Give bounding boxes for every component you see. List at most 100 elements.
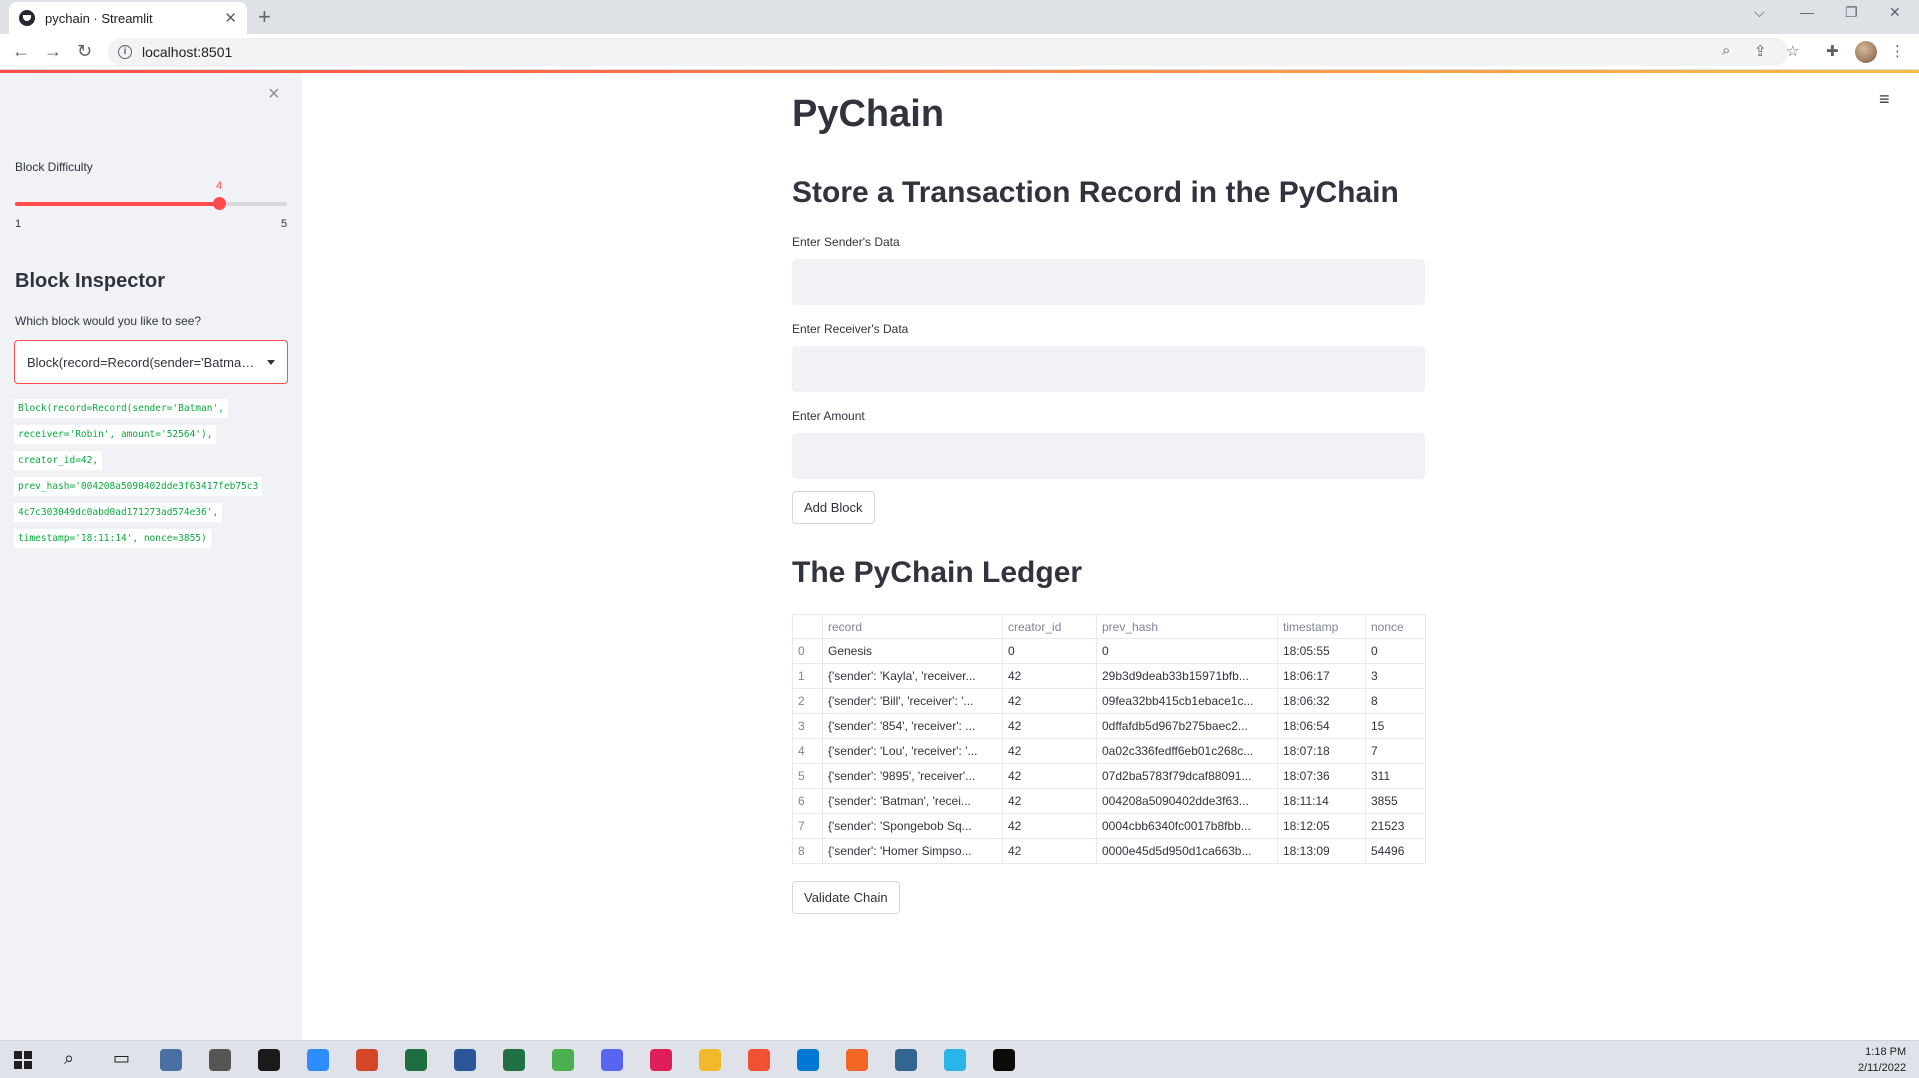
zoom-icon[interactable]: ⌕ (1722, 42, 1730, 59)
column-header[interactable] (792, 614, 823, 639)
sender-input[interactable] (792, 259, 1425, 305)
table-cell[interactable]: 3855 (1365, 788, 1426, 814)
receiver-input[interactable] (792, 346, 1425, 392)
table-cell[interactable]: 18:06:32 (1277, 688, 1366, 714)
table-cell[interactable]: {'sender': '854', 'receiver': ... (822, 713, 1003, 739)
table-cell[interactable]: 0000e45d5d950d1ca663b... (1096, 838, 1278, 864)
table-cell[interactable]: 18:06:17 (1277, 663, 1366, 689)
add-block-button[interactable]: Add Block (792, 491, 875, 524)
bookmark-star-icon[interactable]: ☆ (1786, 42, 1799, 60)
close-window-icon[interactable]: ✕ (1889, 4, 1901, 21)
column-header[interactable]: timestamp (1277, 614, 1366, 639)
table-cell[interactable]: {'sender': 'Batman', 'recei... (822, 788, 1003, 814)
vscode-icon[interactable] (797, 1049, 819, 1071)
chrome-icon[interactable] (552, 1049, 574, 1071)
row-index[interactable]: 5 (792, 763, 823, 789)
word-icon[interactable] (454, 1049, 476, 1071)
row-index[interactable]: 2 (792, 688, 823, 714)
new-tab-button[interactable]: + (258, 4, 271, 30)
forward-icon[interactable]: → (44, 41, 62, 62)
powerpoint-icon[interactable] (356, 1049, 378, 1071)
table-cell[interactable]: 18:06:54 (1277, 713, 1366, 739)
table-cell[interactable]: 21523 (1365, 813, 1426, 839)
search-icon[interactable]: ⌕ (64, 1048, 74, 1069)
file-explorer-icon[interactable] (699, 1049, 721, 1071)
table-cell[interactable]: 7 (1365, 738, 1426, 764)
table-cell[interactable]: 42 (1002, 738, 1097, 764)
amount-input[interactable] (792, 433, 1425, 479)
camera-icon[interactable] (209, 1049, 231, 1071)
table-cell[interactable]: {'sender': 'Bill', 'receiver': '... (822, 688, 1003, 714)
row-index[interactable]: 4 (792, 738, 823, 764)
site-info-icon[interactable]: i (118, 45, 132, 59)
terminal-icon[interactable] (993, 1049, 1015, 1071)
table-cell[interactable]: 07d2ba5783f79dcaf88091... (1096, 763, 1278, 789)
share-icon[interactable]: ⇪ (1754, 42, 1767, 60)
table-cell[interactable]: 18:13:09 (1277, 838, 1366, 864)
table-cell[interactable]: 42 (1002, 688, 1097, 714)
row-index[interactable]: 7 (792, 813, 823, 839)
browser-menu-icon[interactable]: ⋮ (1890, 42, 1905, 60)
table-cell[interactable]: 42 (1002, 813, 1097, 839)
sidebar-close-icon[interactable]: × (268, 83, 280, 106)
excel-icon[interactable] (405, 1049, 427, 1071)
table-cell[interactable]: 18:07:36 (1277, 763, 1366, 789)
table-cell[interactable]: 09fea32bb415cb1ebace1c... (1096, 688, 1278, 714)
git-icon[interactable] (748, 1049, 770, 1071)
table-cell[interactable]: 3 (1365, 663, 1426, 689)
table-cell[interactable]: 0 (1096, 638, 1278, 664)
table-cell[interactable]: {'sender': 'Homer Simpso... (822, 838, 1003, 864)
table-cell[interactable]: 8 (1365, 688, 1426, 714)
table-cell[interactable]: 18:12:05 (1277, 813, 1366, 839)
table-cell[interactable]: {'sender': 'Kayla', 'receiver... (822, 663, 1003, 689)
row-index[interactable]: 6 (792, 788, 823, 814)
table-cell[interactable]: {'sender': 'Lou', 'receiver': '... (822, 738, 1003, 764)
column-header[interactable]: creator_id (1002, 614, 1097, 639)
row-index[interactable]: 1 (792, 663, 823, 689)
block-select[interactable]: Block(record=Record(sender='Batman', rec… (14, 340, 288, 384)
validate-chain-button[interactable]: Validate Chain (792, 881, 900, 914)
table-cell[interactable]: 54496 (1365, 838, 1426, 864)
spreadsheet-icon[interactable] (503, 1049, 525, 1071)
reload-icon[interactable]: ↻ (77, 41, 92, 62)
table-cell[interactable]: 18:05:55 (1277, 638, 1366, 664)
zoom-icon[interactable] (307, 1049, 329, 1071)
table-cell[interactable]: {'sender': 'Spongebob Sq... (822, 813, 1003, 839)
table-cell[interactable]: 29b3d9deab33b15971bfb... (1096, 663, 1278, 689)
table-cell[interactable]: 42 (1002, 838, 1097, 864)
difficulty-slider[interactable] (15, 197, 287, 210)
table-cell[interactable]: Genesis (822, 638, 1003, 664)
table-cell[interactable]: 42 (1002, 713, 1097, 739)
table-cell[interactable]: 0dffafdb5d967b275baec2... (1096, 713, 1278, 739)
row-index[interactable]: 8 (792, 838, 823, 864)
table-cell[interactable]: 18:11:14 (1277, 788, 1366, 814)
tab-search-icon[interactable]: ⌵ (1754, 4, 1765, 21)
table-cell[interactable]: 0 (1365, 638, 1426, 664)
column-header[interactable]: nonce (1365, 614, 1426, 639)
slack-icon[interactable] (650, 1049, 672, 1071)
row-index[interactable]: 0 (792, 638, 823, 664)
minimize-icon[interactable]: — (1800, 4, 1814, 20)
task-view-icon[interactable]: ▭ (113, 1048, 130, 1069)
slider-thumb[interactable] (213, 197, 226, 210)
postgres-icon[interactable] (895, 1049, 917, 1071)
snowflake-icon[interactable] (944, 1049, 966, 1071)
column-header[interactable]: record (822, 614, 1003, 639)
table-cell[interactable]: 004208a5090402dde3f63... (1096, 788, 1278, 814)
table-cell[interactable]: 18:07:18 (1277, 738, 1366, 764)
table-cell[interactable]: 42 (1002, 763, 1097, 789)
compass-icon[interactable] (846, 1049, 868, 1071)
app-menu-icon[interactable]: ≡ (1879, 89, 1890, 110)
browser-tab[interactable]: pychain · Streamlit ✕ (9, 2, 247, 34)
column-header[interactable]: prev_hash (1096, 614, 1278, 639)
table-cell[interactable]: 0004cbb6340fc0017b8fbb... (1096, 813, 1278, 839)
calculator-icon[interactable] (160, 1049, 182, 1071)
table-cell[interactable]: 0 (1002, 638, 1097, 664)
github-desktop-icon[interactable] (258, 1049, 280, 1071)
system-clock[interactable]: 1:18 PM 2/11/2022 (1858, 1044, 1906, 1076)
table-cell[interactable]: 42 (1002, 788, 1097, 814)
tab-close-icon[interactable]: ✕ (224, 9, 237, 27)
restore-icon[interactable]: ❐ (1845, 4, 1858, 21)
url-field[interactable]: i localhost:8501 (108, 38, 1788, 66)
back-icon[interactable]: ← (12, 41, 30, 62)
